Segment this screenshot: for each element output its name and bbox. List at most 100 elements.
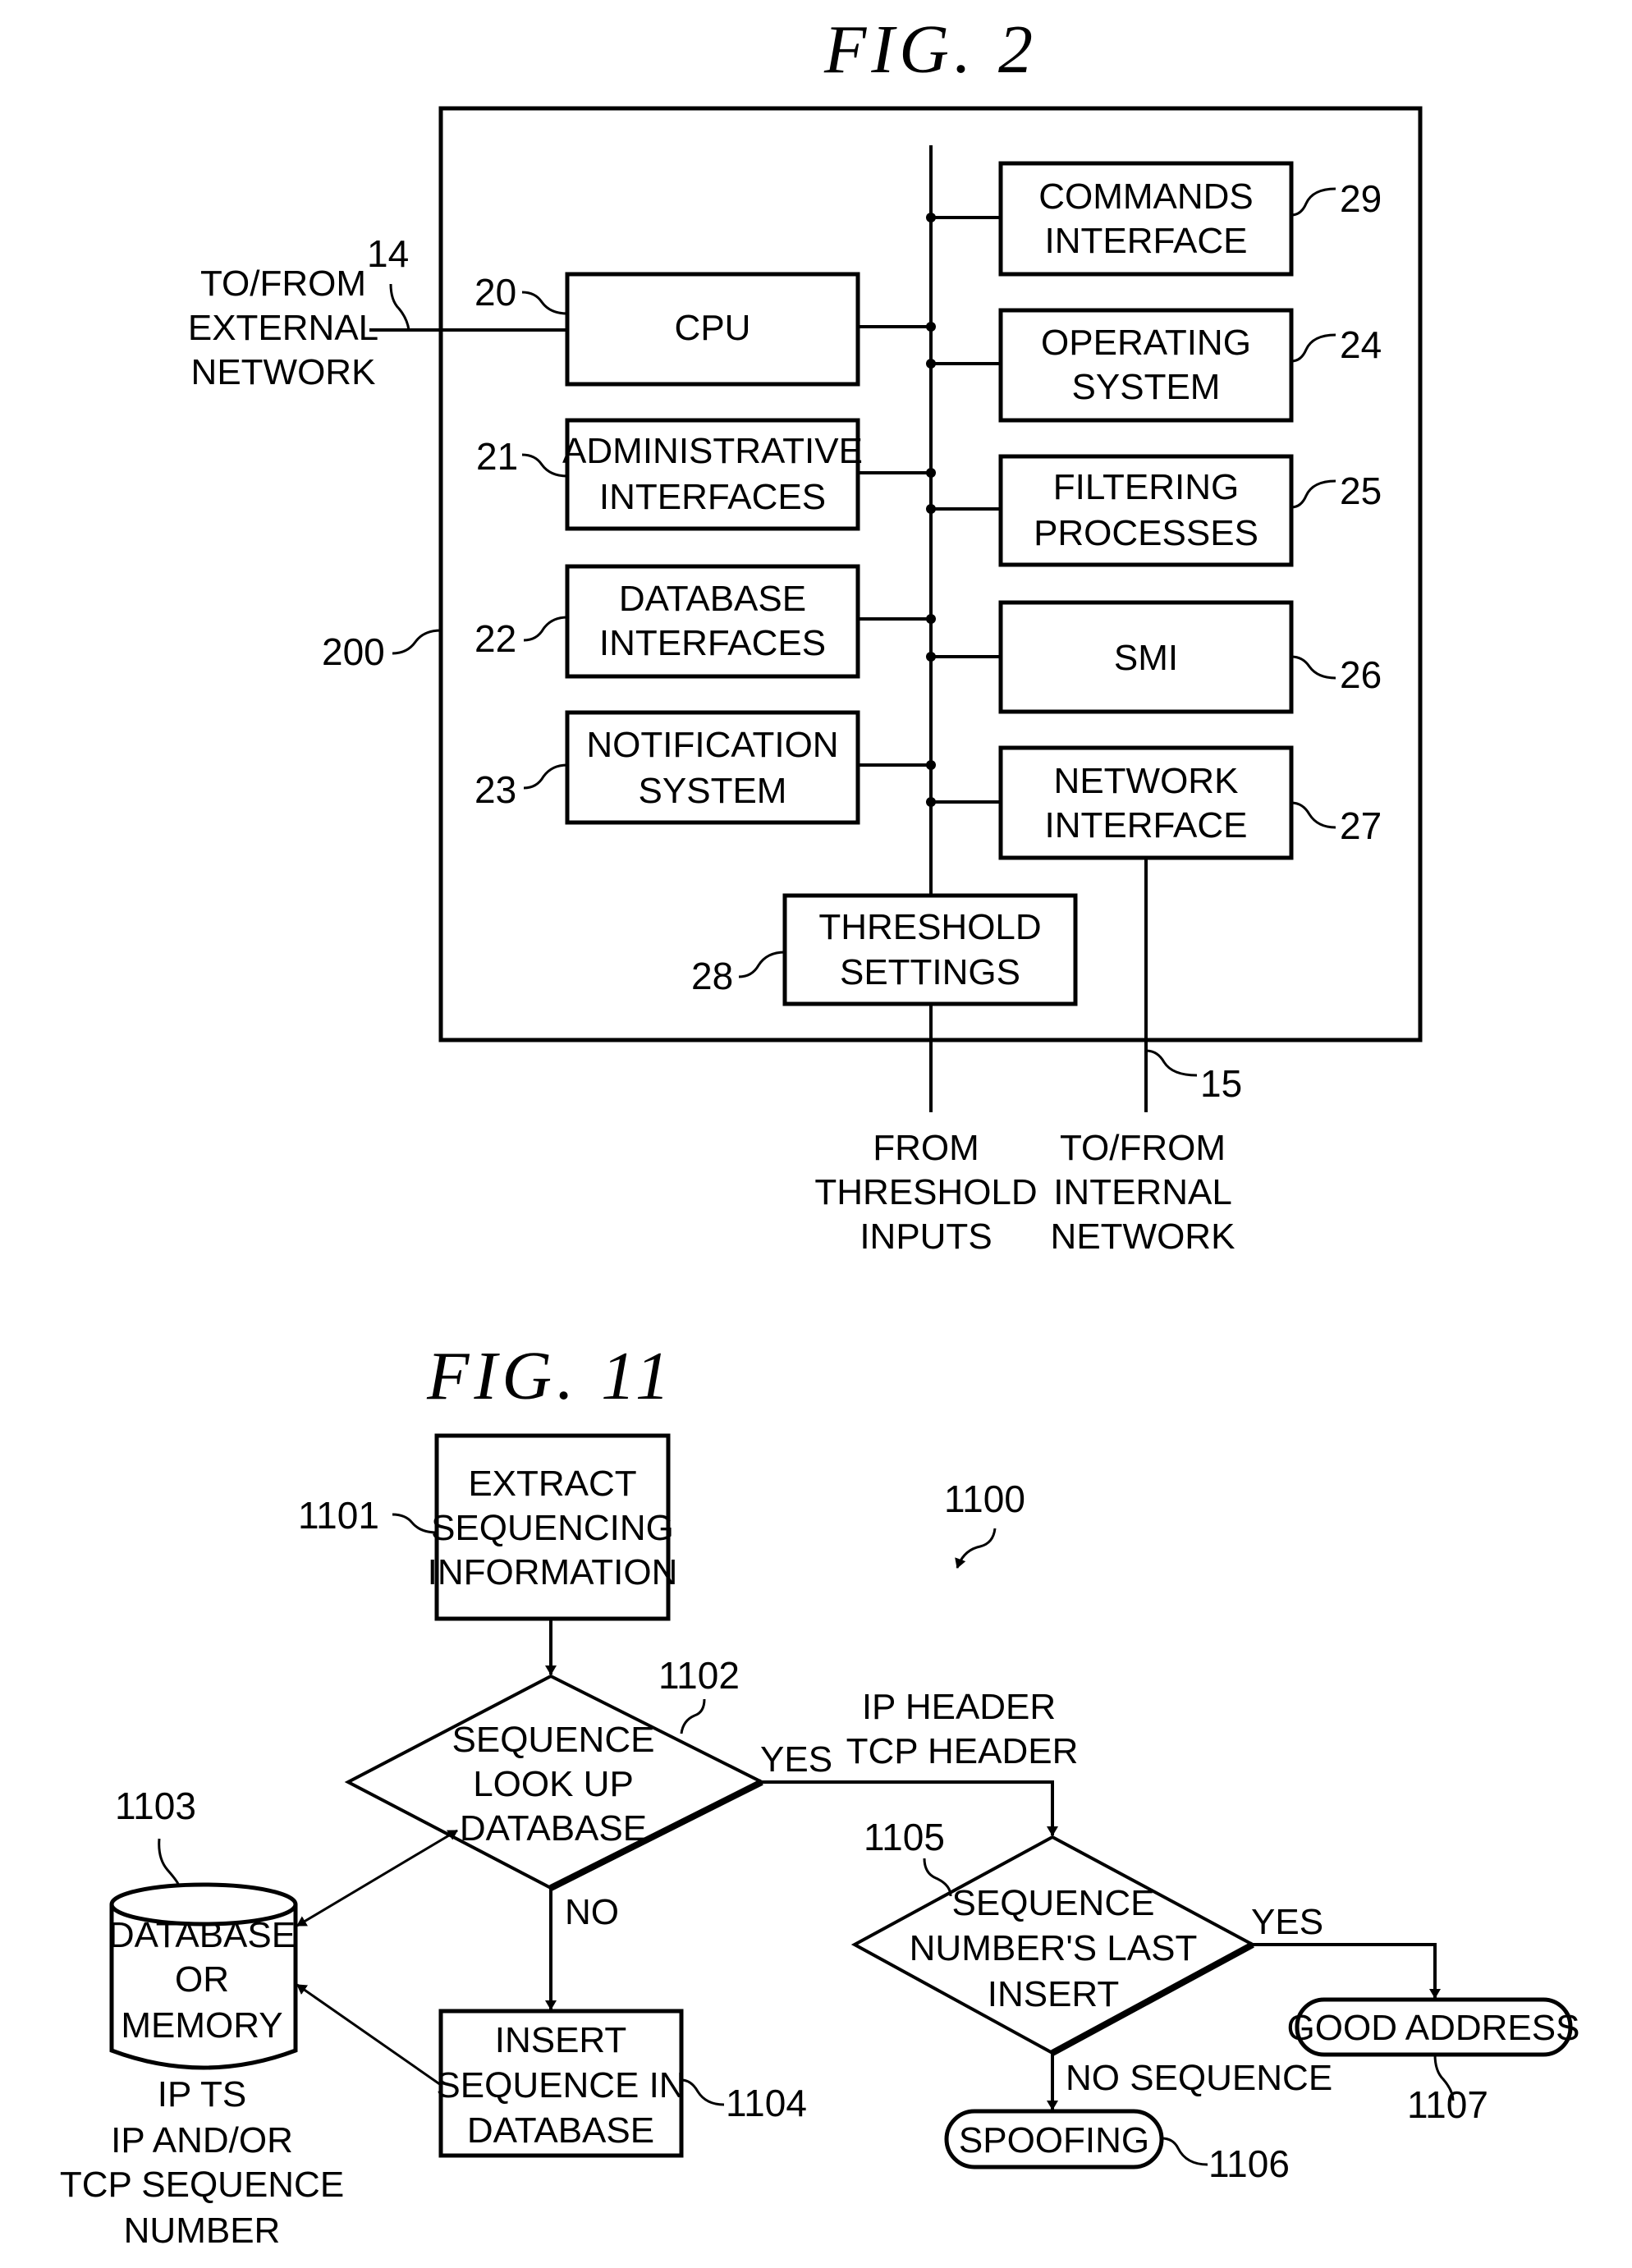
lookup-no-label: NO	[565, 1892, 619, 1932]
svg-text:INTERFACE: INTERFACE	[1045, 221, 1248, 261]
svg-text:NOTIFICATION: NOTIFICATION	[586, 725, 838, 765]
decision-sequence-lookup-database: SEQUENCE LOOK UP DATABASE 1102 YES NO	[344, 1654, 832, 1932]
terminal-spoofing: SPOOFING 1106	[944, 2109, 1290, 2185]
database-or-memory: DATABASE OR MEMORY 1103	[108, 1785, 298, 2070]
leader-15	[1145, 1049, 1198, 1077]
svg-text:INSERT: INSERT	[988, 1974, 1120, 2014]
ref-1100: 1100	[944, 1478, 1025, 1520]
ref-1107: 1107	[1407, 2083, 1488, 2126]
svg-text:FILTERING: FILTERING	[1053, 467, 1240, 507]
svg-text:SEQUENCE IN: SEQUENCE IN	[436, 2065, 685, 2105]
block-smi: SMI 26	[926, 600, 1382, 714]
leader-200	[392, 629, 442, 655]
ref-1104: 1104	[726, 2082, 807, 2124]
block-filtering-processes: FILTERING PROCESSES 25	[926, 454, 1382, 567]
svg-text:NUMBER: NUMBER	[124, 2211, 281, 2251]
svg-text:SYSTEM: SYSTEM	[1072, 367, 1221, 407]
svg-text:NETWORK: NETWORK	[1051, 1216, 1235, 1257]
ref-24: 24	[1340, 323, 1382, 366]
svg-text:SETTINGS: SETTINGS	[840, 952, 1020, 992]
svg-text:INTERNAL: INTERNAL	[1053, 1172, 1232, 1212]
block-cpu: CPU 20	[474, 271, 936, 387]
arrow-lookup-database-bidirectional	[296, 1829, 458, 1927]
arrow-yes-to-good-address	[1253, 1943, 1441, 1999]
lookup-yes-label: YES	[760, 1739, 832, 1780]
svg-text:SMI: SMI	[1114, 638, 1178, 678]
svg-text:IP AND/OR: IP AND/OR	[111, 2120, 293, 2160]
svg-text:SYSTEM: SYSTEM	[639, 771, 787, 811]
block-database-interfaces: DATABASE INTERFACES 22	[474, 564, 936, 679]
svg-text:FROM: FROM	[873, 1128, 979, 1168]
database-caption: IP TS IP AND/OR TCP SEQUENCE NUMBER	[60, 2074, 344, 2251]
svg-text:TCP HEADER: TCP HEADER	[846, 1731, 1079, 1771]
svg-text:DATABASE: DATABASE	[619, 579, 806, 619]
svg-text:MEMORY: MEMORY	[121, 2005, 282, 2046]
ref-14: 14	[367, 232, 409, 275]
ref-200: 200	[322, 630, 385, 673]
svg-text:EXTRACT: EXTRACT	[468, 1464, 636, 1504]
step-extract-sequencing-information: EXTRACT SEQUENCING INFORMATION 1101	[298, 1433, 678, 1621]
ref-1101: 1101	[298, 1494, 379, 1537]
ref-22: 22	[474, 617, 516, 660]
svg-text:SEQUENCING: SEQUENCING	[431, 1508, 674, 1548]
svg-text:DATABASE: DATABASE	[467, 2110, 654, 2151]
svg-text:EXTERNAL: EXTERNAL	[188, 308, 378, 348]
svg-text:SPOOFING: SPOOFING	[959, 2120, 1149, 2160]
block-commands-interface: COMMANDS INTERFACE 29	[926, 161, 1382, 277]
svg-text:INFORMATION: INFORMATION	[428, 1552, 678, 1592]
fig11-title: FIG. 11	[426, 1338, 675, 1414]
ref-21: 21	[476, 435, 518, 478]
svg-text:IP HEADER: IP HEADER	[862, 1687, 1056, 1727]
headers-label: IP HEADER TCP HEADER	[846, 1687, 1079, 1771]
figure-11: FIG. 11 1100 EXTRACT SEQUENCING INFORMAT…	[60, 1338, 1580, 2251]
svg-text:IP TS: IP TS	[158, 2074, 246, 2115]
svg-text:PROCESSES: PROCESSES	[1034, 513, 1258, 553]
ref-27: 27	[1340, 804, 1382, 847]
svg-text:DATABASE: DATABASE	[460, 1808, 647, 1849]
svg-text:OPERATING: OPERATING	[1041, 323, 1251, 363]
svg-text:GOOD ADDRESS: GOOD ADDRESS	[1287, 2008, 1580, 2048]
step-insert-sequence-in-database: INSERT SEQUENCE IN DATABASE 1104	[436, 2009, 807, 2158]
arrow-insert-to-database	[296, 1983, 442, 2087]
ref-15: 15	[1200, 1062, 1242, 1105]
block-administrative-interfaces: ADMINISTRATIVE INTERFACES 21	[476, 418, 936, 531]
svg-text:TO/FROM: TO/FROM	[200, 263, 366, 304]
svg-text:DATABASE: DATABASE	[108, 1915, 296, 1955]
svg-text:THRESHOLD: THRESHOLD	[814, 1172, 1037, 1212]
pointer-1100	[955, 1528, 997, 1569]
block-operating-system: OPERATING SYSTEM 24	[926, 308, 1382, 423]
ref-29: 29	[1340, 177, 1382, 220]
leader-14	[389, 283, 410, 331]
ref-20: 20	[474, 271, 516, 314]
ref-26: 26	[1340, 653, 1382, 696]
svg-text:INSERT: INSERT	[495, 2020, 627, 2060]
ref-25: 25	[1340, 470, 1382, 512]
svg-text:INTERFACE: INTERFACE	[1045, 805, 1248, 845]
svg-text:OR: OR	[175, 1959, 229, 2000]
check-yes-label: YES	[1251, 1902, 1323, 1942]
svg-text:NETWORK: NETWORK	[1054, 761, 1239, 801]
svg-text:NUMBER'S LAST: NUMBER'S LAST	[910, 1928, 1198, 1968]
check-no-sequence-label: NO SEQUENCE	[1066, 2058, 1332, 2098]
svg-text:THRESHOLD: THRESHOLD	[818, 907, 1041, 947]
svg-text:INTERFACES: INTERFACES	[599, 477, 826, 517]
patent-figures-canvas: FIG. 2 200 TO/FROM EXTERNAL NETWORK 14 C…	[60, 11, 1580, 2251]
ref-23: 23	[474, 768, 516, 811]
decision-sequence-numbers-last-insert: SEQUENCE NUMBER'S LAST INSERT 1105 YES N…	[850, 1816, 1332, 2098]
svg-text:ADMINISTRATIVE: ADMINISTRATIVE	[562, 431, 863, 471]
ref-28: 28	[691, 955, 733, 997]
svg-text:TCP SEQUENCE: TCP SEQUENCE	[60, 2165, 344, 2205]
svg-text:INPUTS: INPUTS	[860, 1216, 992, 1257]
svg-text:NETWORK: NETWORK	[191, 352, 376, 392]
svg-text:LOOK UP: LOOK UP	[473, 1764, 634, 1804]
internal-network-label: TO/FROM INTERNAL NETWORK	[1051, 1128, 1235, 1257]
svg-text:INTERFACES: INTERFACES	[599, 623, 826, 663]
figure-2: FIG. 2 200 TO/FROM EXTERNAL NETWORK 14 C…	[188, 11, 1423, 1257]
svg-text:SEQUENCE: SEQUENCE	[452, 1720, 655, 1760]
svg-text:CPU: CPU	[675, 308, 751, 348]
ref-1103: 1103	[115, 1785, 196, 1827]
block-notification-system: NOTIFICATION SYSTEM 23	[474, 710, 936, 825]
svg-text:SEQUENCE: SEQUENCE	[952, 1883, 1155, 1923]
block-threshold-settings: THRESHOLD SETTINGS 28	[691, 893, 1078, 1112]
external-network-label: TO/FROM EXTERNAL NETWORK	[188, 263, 378, 392]
